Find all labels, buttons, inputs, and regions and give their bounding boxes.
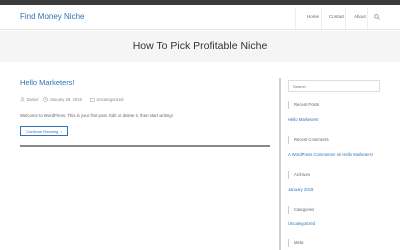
archive-link[interactable]: January 2019 bbox=[288, 187, 313, 192]
sidebar-search-input[interactable] bbox=[288, 80, 380, 92]
nav-separator bbox=[295, 8, 296, 33]
post-divider bbox=[20, 145, 270, 147]
nav-item-contact[interactable]: Contact bbox=[329, 14, 345, 19]
continue-reading-button[interactable]: Continue Reading › bbox=[20, 126, 68, 136]
sidebar-divider bbox=[279, 78, 281, 250]
post-category-text: Uncategorized bbox=[96, 97, 124, 102]
post-category[interactable]: Uncategorized bbox=[90, 97, 124, 102]
continue-reading-label: Continue Reading bbox=[26, 128, 59, 134]
widget-title-archives: Archives bbox=[288, 171, 310, 179]
recent-post-link[interactable]: Hello Marketers! bbox=[288, 117, 318, 122]
post-meta: Daniel January 29, 2019 Uncategorized bbox=[20, 97, 270, 105]
widget-title-recent-comments: Recent Comments bbox=[288, 136, 329, 144]
comment-post-link[interactable]: Hello Marketers! bbox=[342, 152, 372, 157]
comment-on-text: on bbox=[336, 152, 342, 157]
user-icon bbox=[20, 97, 25, 102]
page-title: How To Pick Profitable Niche bbox=[132, 40, 268, 52]
nav-item-about[interactable]: About bbox=[354, 14, 366, 19]
category-link[interactable]: Uncategorized bbox=[288, 221, 315, 226]
nav-item-home[interactable]: Home bbox=[307, 14, 319, 19]
comment-author-link[interactable]: A WordPress Commenter bbox=[288, 152, 335, 157]
widget-title-meta: Meta bbox=[288, 239, 303, 247]
nav-separator bbox=[321, 8, 322, 33]
chevron-right-icon: › bbox=[60, 128, 62, 134]
page-header: How To Pick Profitable Niche bbox=[0, 31, 400, 62]
post-title-link[interactable]: Hello Marketers! bbox=[20, 78, 75, 87]
folder-icon bbox=[90, 97, 95, 102]
site-logo[interactable]: Find Money Niche bbox=[20, 12, 84, 21]
recent-comment: A WordPress Commenter on Hello Marketers… bbox=[288, 152, 373, 157]
widget-title-categories: Categories bbox=[288, 206, 314, 214]
nav-separator bbox=[367, 8, 368, 33]
post-author-name: Daniel bbox=[26, 97, 39, 102]
widget-title-recent-posts: Recent Posts bbox=[288, 101, 319, 109]
site-header: Find Money Niche Home Contact About bbox=[0, 5, 400, 33]
clock-icon bbox=[43, 97, 48, 102]
post-date-text: January 29, 2019 bbox=[49, 97, 82, 102]
post-author[interactable]: Daniel bbox=[20, 97, 38, 102]
post-date: January 29, 2019 bbox=[43, 97, 82, 102]
post-excerpt: Welcome to WordPress. This is your first… bbox=[20, 113, 173, 118]
search-icon[interactable] bbox=[374, 14, 380, 20]
nav-separator bbox=[345, 8, 346, 33]
